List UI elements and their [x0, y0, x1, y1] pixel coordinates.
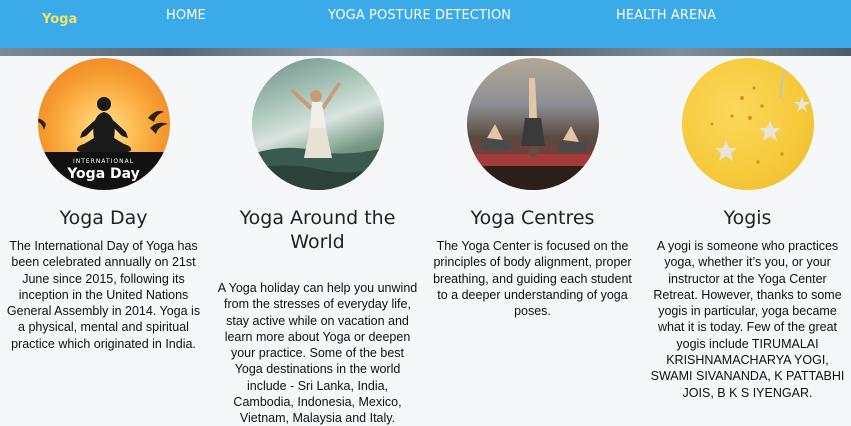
card-title: Yoga Day — [59, 207, 148, 229]
nav-link-health-arena[interactable]: HEALTH ARENA — [616, 8, 716, 23]
header-image-strip — [0, 48, 851, 56]
card-text: The Yoga Center is focused on the princi… — [433, 239, 632, 319]
card-title: Yoga Centres — [470, 207, 595, 229]
card-title: Yogis — [723, 207, 772, 229]
nav-link-home[interactable]: HOME — [166, 8, 206, 23]
yoga-day-image: INTERNATIONAL Yoga Day — [37, 58, 170, 190]
card-yoga-centres: Yoga Centres The Yoga Center is focused … — [425, 56, 640, 319]
yoga-class-icon — [466, 78, 599, 190]
yogis-image — [681, 58, 814, 190]
card-yoga-day: INTERNATIONAL Yoga Day Yoga Day The Inte… — [0, 56, 211, 352]
card-title: Yoga Around the World — [239, 207, 396, 253]
yoga-centres-image — [466, 58, 599, 190]
navbar: Yoga HOME YOGA POSTURE DETECTION HEALTH … — [0, 0, 851, 48]
card-text: The International Day of Yoga has been c… — [6, 239, 201, 351]
nav-link-yoga-posture-detection[interactable]: YOGA POSTURE DETECTION — [328, 8, 511, 23]
card-yoga-around-the-world: Yoga Around the World A Yoga holiday can… — [210, 56, 425, 426]
dancer-figure-icon — [251, 82, 384, 190]
star-confetti-icon — [710, 61, 810, 164]
image-caption-small: INTERNATIONAL — [72, 158, 135, 165]
brand-link[interactable]: Yoga — [42, 12, 77, 27]
card-text: A yogi is someone who practices yoga, wh… — [650, 239, 845, 400]
yoga-world-image — [251, 58, 384, 190]
card-text: A Yoga holiday can help you unwind from … — [217, 281, 418, 426]
image-caption-large: Yoga Day — [67, 166, 140, 182]
card-yogis: Yogis A yogi is someone who practices yo… — [640, 56, 851, 401]
